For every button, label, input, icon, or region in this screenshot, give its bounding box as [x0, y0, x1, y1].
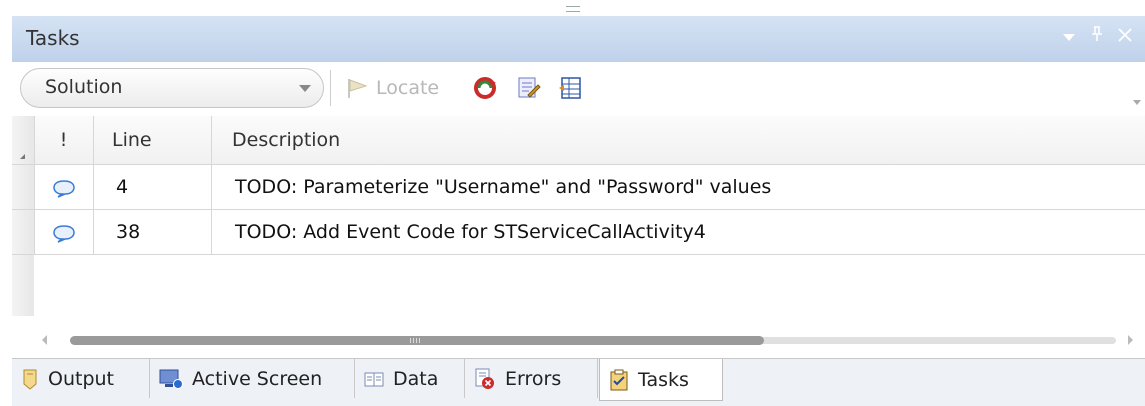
- pin-icon[interactable]: [1086, 24, 1108, 50]
- output-icon: [23, 369, 37, 390]
- scroll-left-icon[interactable]: [42, 335, 47, 345]
- locate-button[interactable]: Locate: [346, 74, 439, 102]
- bottom-tab-bar: Output Active Screen Data Errors Tasks: [12, 358, 1145, 406]
- close-icon[interactable]: [1114, 24, 1136, 50]
- row-line: 38: [94, 210, 212, 254]
- column-header-description[interactable]: Description: [213, 116, 1145, 164]
- scope-dropdown[interactable]: Solution: [20, 68, 324, 108]
- tab-data[interactable]: Data: [355, 359, 465, 398]
- comment-icon: [34, 210, 94, 254]
- refresh-icon[interactable]: [472, 75, 498, 101]
- column-header-priority[interactable]: !: [34, 116, 94, 164]
- dropdown-icon[interactable]: [1058, 24, 1080, 50]
- toolbar-separator: [330, 70, 331, 106]
- task-list: ! Line Description 4 TODO: Parameterize …: [12, 116, 1145, 316]
- scope-dropdown-value: Solution: [45, 76, 123, 98]
- toolbar: Solution Locate: [12, 62, 1145, 117]
- tab-tasks[interactable]: Tasks: [599, 359, 723, 401]
- errors-icon: [475, 368, 494, 389]
- row-selector[interactable]: [12, 165, 35, 209]
- row-line: 4: [94, 165, 212, 209]
- panel-title: Tasks: [26, 26, 80, 50]
- scroll-right-icon[interactable]: [1128, 335, 1133, 345]
- grid-header: ! Line Description: [12, 116, 1145, 165]
- row-selector[interactable]: [12, 210, 35, 254]
- tasks-icon: [610, 369, 628, 390]
- panel-titlebar: Tasks: [12, 16, 1145, 63]
- tab-label: Errors: [505, 367, 562, 390]
- select-all-corner[interactable]: [12, 116, 35, 164]
- toolbar-overflow-icon[interactable]: [1133, 100, 1141, 105]
- scrollbar-grip: [410, 338, 422, 343]
- comment-icon: [34, 165, 94, 209]
- horizontal-scrollbar[interactable]: [12, 330, 1145, 350]
- locate-icon: [348, 79, 368, 98]
- tab-label: Active Screen: [192, 367, 323, 390]
- tab-label: Output: [48, 367, 114, 390]
- tab-label: Tasks: [638, 368, 689, 391]
- tab-label: Data: [393, 367, 439, 390]
- corner-triangle-icon: [20, 154, 25, 159]
- row-description: TODO: Add Event Code for STServiceCallAc…: [235, 221, 706, 243]
- column-header-line[interactable]: Line: [94, 116, 212, 164]
- active-screen-icon: [159, 369, 183, 389]
- tab-active-screen[interactable]: Active Screen: [150, 359, 355, 398]
- tasks-panel: Tasks Solution Locate ! Line Description…: [0, 0, 1145, 406]
- grid-options-icon[interactable]: [558, 75, 584, 101]
- tab-output[interactable]: Output: [12, 359, 150, 398]
- data-icon: [364, 372, 384, 386]
- table-row[interactable]: 4 TODO: Parameterize "Username" and "Pas…: [12, 165, 1145, 210]
- edit-task-icon[interactable]: [516, 75, 542, 101]
- chevron-down-icon: [299, 85, 311, 92]
- locate-label: Locate: [376, 77, 440, 99]
- row-selector-empty: [12, 255, 34, 316]
- drag-grip[interactable]: [566, 6, 580, 12]
- table-row[interactable]: 38 TODO: Add Event Code for STServiceCal…: [12, 210, 1145, 255]
- row-description: TODO: Parameterize "Username" and "Passw…: [235, 176, 772, 198]
- tab-errors[interactable]: Errors: [465, 359, 598, 398]
